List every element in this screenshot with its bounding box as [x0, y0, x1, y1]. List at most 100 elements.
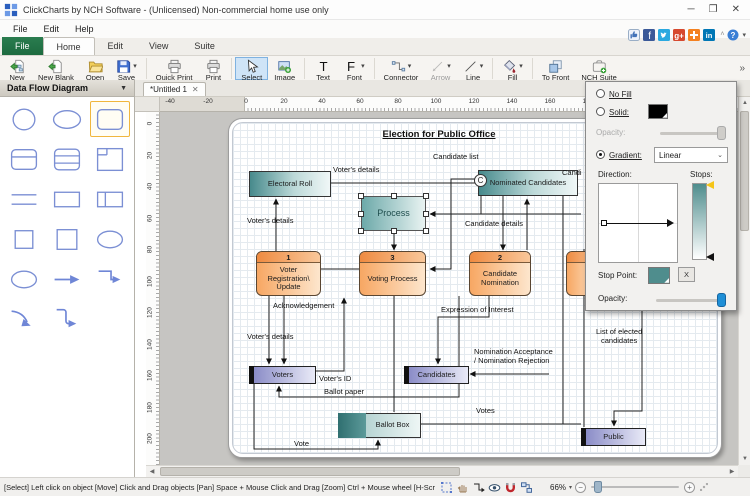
chevron-down-icon[interactable]: ▾ — [480, 63, 484, 71]
zoom-level[interactable]: 66% — [550, 483, 566, 492]
save-button[interactable]: ▾Save — [110, 57, 143, 80]
shape-circle[interactable] — [4, 101, 44, 137]
scroll-up-icon[interactable]: ▲ — [739, 97, 750, 109]
selection-handle[interactable] — [358, 228, 364, 234]
open-button[interactable]: Open — [80, 57, 110, 80]
solid-color-swatch[interactable]: ◢ — [648, 104, 668, 119]
shape-rect-divider[interactable] — [90, 181, 130, 217]
close-button[interactable]: ✕ — [732, 3, 740, 17]
gradient-type-select[interactable]: Linear⌄ — [654, 147, 728, 163]
document-close-icon[interactable]: ✕ — [192, 85, 199, 94]
menu-file[interactable]: File — [6, 22, 35, 36]
solid-label[interactable]: Solid: — [609, 108, 629, 117]
fill-button[interactable]: ▾Fill — [496, 57, 529, 80]
resize-grip[interactable] — [700, 483, 708, 491]
zoom-slider-thumb[interactable] — [594, 481, 602, 493]
chevron-down-icon[interactable]: ▾ — [519, 63, 523, 71]
minimize-button[interactable]: ─ — [688, 3, 695, 17]
zoom-in-button[interactable]: + — [684, 482, 695, 493]
shape-ellipse-3[interactable] — [4, 261, 44, 297]
tab-file[interactable]: File — [2, 37, 43, 55]
connector-button[interactable]: ▾Connector — [378, 57, 425, 80]
snap-magnet-icon[interactable] — [504, 481, 517, 494]
facebook-icon[interactable]: f — [643, 29, 655, 41]
shape-ellipse[interactable] — [47, 101, 87, 137]
node-ballot-box[interactable]: Ballot Box — [338, 413, 421, 438]
linkedin-icon[interactable]: in — [703, 29, 715, 41]
twitter-icon[interactable] — [658, 29, 670, 41]
stop-marker-bottom[interactable] — [706, 253, 714, 261]
selection-handle[interactable] — [391, 228, 397, 234]
chevron-down-icon[interactable]: ▾ — [408, 63, 412, 71]
gradient-opacity-slider[interactable] — [656, 299, 726, 302]
gradient-direction-box[interactable] — [598, 183, 678, 263]
selection-handle[interactable] — [358, 211, 364, 217]
share-icon[interactable] — [688, 29, 700, 41]
stop-marker-top[interactable] — [706, 181, 714, 189]
selection-handle[interactable] — [423, 211, 429, 217]
node-process[interactable]: Process — [361, 196, 426, 231]
solid-radio[interactable] — [596, 107, 605, 116]
selection-handle[interactable] — [423, 228, 429, 234]
new-button[interactable]: New — [2, 57, 32, 80]
shape-square-2[interactable] — [47, 221, 87, 257]
chevron-down-icon[interactable]: ▾ — [133, 63, 137, 71]
shapes-panel-header[interactable]: Data Flow Diagram ▼ — [0, 80, 134, 97]
pan-mode-icon[interactable] — [456, 481, 469, 494]
horizontal-scrollbar[interactable]: ◀ ▶ — [146, 465, 738, 477]
selection-handle[interactable] — [391, 193, 397, 199]
node-voter-registration[interactable]: 1Voter Registration\ Update — [256, 251, 321, 296]
text-button[interactable]: TText — [308, 57, 338, 80]
direction-arrow[interactable] — [604, 223, 667, 224]
rotation-handle[interactable]: C — [474, 174, 487, 187]
to-front-button[interactable]: To Front — [536, 57, 576, 80]
menu-help[interactable]: Help — [68, 22, 101, 36]
print-button[interactable]: Print — [198, 57, 228, 80]
zoom-out-button[interactable]: − — [575, 482, 586, 493]
selection-handle[interactable] — [423, 193, 429, 199]
tab-view[interactable]: View — [136, 37, 181, 55]
toolbar-overflow-button[interactable]: » — [736, 63, 748, 74]
node-voting-process[interactable]: 3Voting Process — [359, 251, 426, 296]
node-electoral-roll[interactable]: Electoral Roll — [249, 171, 331, 197]
caret-up-icon[interactable]: ˄ — [720, 31, 724, 38]
new-blank-button[interactable]: New Blank — [32, 57, 80, 80]
document-tab[interactable]: *Untitled 1 ✕ — [143, 82, 206, 96]
tab-suite[interactable]: Suite — [181, 37, 228, 55]
remove-stop-button[interactable]: X — [678, 267, 695, 282]
preview-eye-icon[interactable] — [488, 481, 501, 494]
select-mode-icon[interactable] — [440, 481, 453, 494]
node-voters[interactable]: Voters — [249, 366, 316, 384]
gradient-radio[interactable] — [596, 150, 605, 159]
selection-handle[interactable] — [358, 193, 364, 199]
shape-rounded-3[interactable] — [47, 141, 87, 177]
shape-rect-corner[interactable] — [90, 141, 130, 177]
chevron-down-icon[interactable]: ▾ — [447, 63, 451, 71]
node-candidates[interactable]: Candidates — [404, 366, 469, 384]
shape-elbow-arrow[interactable] — [90, 261, 130, 297]
node-candidate-nomination[interactable]: 2Candidate Nomination — [469, 251, 531, 296]
googleplus-icon[interactable]: g+ — [673, 29, 685, 41]
vertical-scrollbar[interactable]: ▲ ▼ — [738, 97, 750, 465]
stop-color-swatch[interactable]: ◢ — [648, 267, 670, 284]
gradient-stops-bar[interactable] — [692, 183, 707, 260]
chevron-down-icon[interactable]: ▾ — [361, 63, 365, 71]
help-dropdown-icon[interactable]: ▾ — [742, 31, 746, 39]
tab-home[interactable]: Home — [43, 37, 95, 55]
shape-curve-arrow[interactable] — [4, 301, 44, 337]
auto-layout-icon[interactable] — [520, 481, 533, 494]
quick-print-button[interactable]: Quick Print — [150, 57, 199, 80]
like-icon[interactable] — [628, 29, 640, 41]
shape-rounded-rect[interactable] — [90, 101, 130, 137]
zoom-slider[interactable] — [591, 486, 679, 488]
image-button[interactable]: Image — [268, 57, 301, 80]
menu-edit[interactable]: Edit — [37, 22, 67, 36]
tab-edit[interactable]: Edit — [95, 37, 137, 55]
shape-arrow[interactable] — [47, 261, 87, 297]
maximize-button[interactable]: ❐ — [709, 3, 718, 17]
no-fill-label[interactable]: No Fill — [609, 90, 632, 99]
shape-parallel-lines[interactable] — [4, 181, 44, 217]
arrow-button[interactable]: ▾Arrow — [424, 57, 457, 80]
help-icon[interactable]: ? — [727, 29, 739, 41]
vertical-scroll-thumb[interactable] — [740, 111, 749, 231]
